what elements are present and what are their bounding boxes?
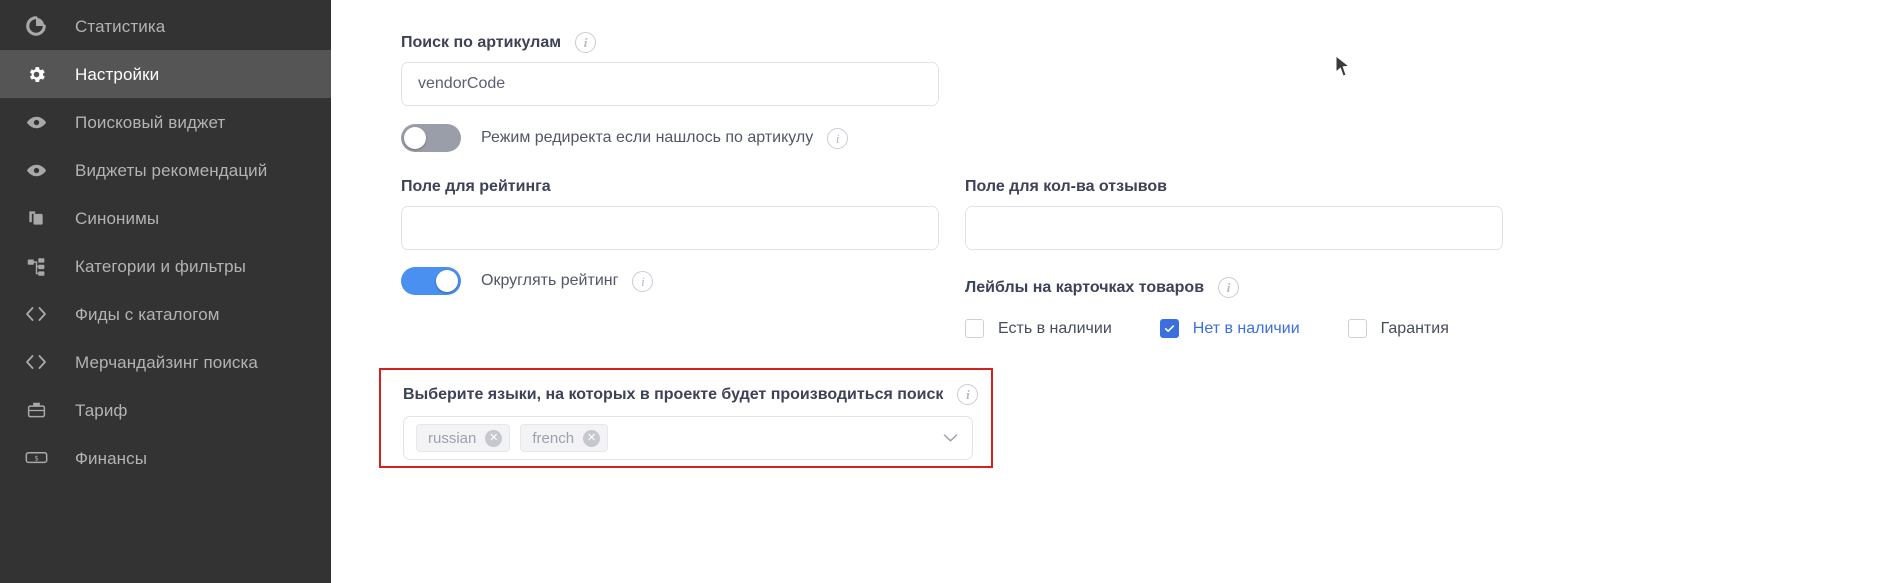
sidebar-item-label: Финансы [75, 448, 148, 468]
sidebar-item-tariff[interactable]: Тариф [0, 386, 331, 434]
banknote-icon: $ [22, 446, 50, 470]
chart-donut-icon [22, 14, 50, 38]
info-icon[interactable]: i [632, 270, 654, 292]
info-icon[interactable]: i [1218, 277, 1240, 298]
reviews-field-input[interactable] [965, 206, 1503, 250]
sidebar-item-label: Синонимы [75, 208, 160, 228]
copy-icon [22, 206, 50, 230]
redirect-mode-label: Режим редиректа если нашлось по артикулу… [481, 127, 849, 149]
checkbox-box[interactable] [1159, 319, 1179, 338]
toggle-knob [404, 127, 426, 149]
checkbox-label: Есть в наличии [998, 319, 1112, 337]
reviews-field-label: Поле для кол-ва отзывов [965, 178, 1167, 195]
eye-icon [22, 110, 50, 134]
info-icon[interactable]: i [575, 32, 597, 53]
vendor-search-label-row: Поиск по артикулам i [401, 32, 597, 53]
sidebar-item-search-widget[interactable]: Поисковый виджет [0, 98, 331, 146]
checkbox-in-stock[interactable]: Есть в наличии [965, 319, 1112, 338]
checkbox-out-of-stock[interactable]: Нет в наличии [1159, 319, 1300, 338]
settings-content: Поиск по артикулам i vendorCode Режим ре… [331, 0, 1891, 583]
sidebar-item-label: Настройки [75, 64, 160, 84]
sidebar: Статистика Настройки Поисковый виджет Ви… [0, 0, 331, 583]
app-root: Статистика Настройки Поисковый виджет Ви… [0, 0, 1891, 583]
sidebar-item-statistics[interactable]: Статистика [0, 2, 331, 50]
checkbox-box[interactable] [965, 319, 984, 338]
info-icon[interactable]: i [827, 127, 849, 149]
eye-icon [22, 158, 50, 182]
redirect-mode-toggle[interactable] [401, 124, 461, 152]
briefcase-icon [22, 398, 50, 422]
checkbox-box[interactable] [1347, 319, 1367, 338]
sidebar-item-catalog-feeds[interactable]: Фиды с каталогом [0, 290, 331, 338]
vendor-search-label: Поиск по артикулам i [401, 32, 597, 53]
chevron-down-icon[interactable] [943, 433, 962, 443]
vendor-search-input[interactable]: vendorCode [401, 62, 939, 106]
code-brackets-icon [22, 302, 50, 326]
languages-label: Выберите языки, на которых в проекте буд… [403, 384, 979, 405]
gear-icon [22, 62, 50, 86]
vendor-search-input-value: vendorCode [418, 75, 506, 92]
round-rating-toggle[interactable] [401, 267, 461, 295]
sidebar-item-label: Категории и фильтры [75, 256, 246, 276]
rating-field-input[interactable] [401, 206, 939, 250]
sitemap-icon [22, 254, 50, 278]
rating-field-label: Поле для рейтинга [401, 178, 551, 195]
languages-highlight-block: Выберите языки, на которых в проекте буд… [379, 368, 993, 468]
sidebar-item-label: Виджеты рекомендаций [75, 160, 268, 180]
toggle-knob [436, 270, 458, 292]
sidebar-item-categories-filters[interactable]: Категории и фильтры [0, 242, 331, 290]
sidebar-item-label: Мерчандайзинг поиска [75, 352, 258, 372]
checkbox-warranty[interactable]: Гарантия [1347, 319, 1449, 338]
info-icon[interactable]: i [957, 384, 979, 405]
round-rating-row: Округлять рейтинг i [401, 267, 654, 295]
language-chip-label: french [532, 429, 575, 447]
checkbox-label: Нет в наличии [1192, 319, 1300, 337]
sidebar-item-label: Фиды с каталогом [75, 304, 220, 324]
sidebar-item-finances[interactable]: $ Финансы [0, 434, 331, 482]
product-labels-checkboxes: Есть в наличии Нет в наличии Гарантия [965, 319, 1497, 338]
close-circle-icon[interactable]: ✕ [485, 429, 503, 447]
sidebar-item-synonyms[interactable]: Синонимы [0, 194, 331, 242]
sidebar-item-settings[interactable]: Настройки [0, 50, 331, 98]
product-labels-title: Лейблы на карточках товаров i [965, 277, 1240, 298]
language-chip[interactable]: russian ✕ [416, 424, 511, 452]
checkbox-label: Гарантия [1380, 319, 1449, 337]
round-rating-label: Округлять рейтинг i [481, 270, 654, 292]
sidebar-item-label: Тариф [75, 400, 128, 420]
language-chip-label: russian [428, 429, 477, 447]
svg-text:$: $ [34, 454, 39, 463]
sidebar-item-label: Статистика [75, 16, 166, 36]
language-chip[interactable]: french ✕ [520, 424, 609, 452]
redirect-mode-row: Режим редиректа если нашлось по артикулу… [401, 124, 849, 152]
close-circle-icon[interactable]: ✕ [583, 429, 601, 447]
languages-multiselect[interactable]: russian ✕ french ✕ [403, 416, 973, 460]
sidebar-item-search-merchandising[interactable]: Мерчандайзинг поиска [0, 338, 331, 386]
code-brackets-icon [22, 350, 50, 374]
sidebar-item-recommendation-widgets[interactable]: Виджеты рекомендаций [0, 146, 331, 194]
sidebar-item-label: Поисковый виджет [75, 112, 226, 132]
